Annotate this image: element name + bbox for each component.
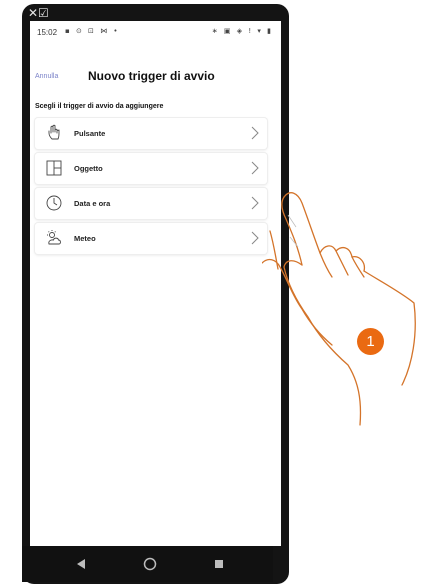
notification-icons: ▪ ⊙ ⊡ ⋈ •: [65, 27, 120, 35]
status-time: 15:02: [37, 28, 58, 37]
weather-icon: [47, 230, 61, 245]
section-title: Scegli il trigger di avvio da aggiungere: [35, 103, 164, 110]
chevron-right-icon: [251, 126, 259, 140]
chevron-right-icon: [251, 196, 259, 210]
recent-apps-icon[interactable]: [215, 560, 223, 568]
back-icon[interactable]: [76, 558, 86, 570]
step-number-badge: 1: [357, 328, 384, 355]
system-status-icons: ∗ ▣ ◈ ! ▾ ▮: [211, 27, 273, 35]
home-icon[interactable]: [143, 557, 157, 571]
phone-frame: ✕☑ 15:02 ▪ ⊙ ⊡ ⋈ • ∗ ▣ ◈ ! ▾ ▮ Annulla N…: [22, 4, 289, 584]
trigger-item-oggetto[interactable]: Oggetto: [35, 153, 267, 184]
trigger-label: Pulsante: [74, 129, 106, 138]
hand-tap-icon: [48, 124, 60, 140]
trigger-label: Oggetto: [74, 164, 103, 173]
trigger-item-data-e-ora[interactable]: Data e ora: [35, 188, 267, 219]
chevron-right-icon: [251, 161, 259, 175]
status-bar: 15:02 ▪ ⊙ ⊡ ⋈ • ∗ ▣ ◈ ! ▾ ▮: [30, 21, 281, 41]
header: Annulla Nuovo trigger di avvio: [30, 61, 281, 91]
chevron-right-icon: [251, 231, 259, 245]
page-title: Nuovo trigger di avvio: [88, 69, 215, 83]
trigger-item-meteo[interactable]: Meteo: [35, 223, 267, 254]
object-icon: [46, 160, 62, 176]
trigger-list: Pulsante Oggetto Data e ora Meteo: [35, 118, 267, 258]
trigger-label: Meteo: [74, 234, 96, 243]
pointing-hand-illustration: [262, 192, 416, 426]
clock-icon: [46, 195, 62, 211]
app-screen: 15:02 ▪ ⊙ ⊡ ⋈ • ∗ ▣ ◈ ! ▾ ▮ Annulla Nuov…: [30, 21, 281, 546]
device-corner-glyphs: ✕☑: [28, 6, 49, 20]
cancel-button[interactable]: Annulla: [35, 73, 58, 80]
trigger-label: Data e ora: [74, 199, 111, 208]
trigger-item-pulsante[interactable]: Pulsante: [35, 118, 267, 149]
android-nav-bar: [22, 546, 273, 582]
